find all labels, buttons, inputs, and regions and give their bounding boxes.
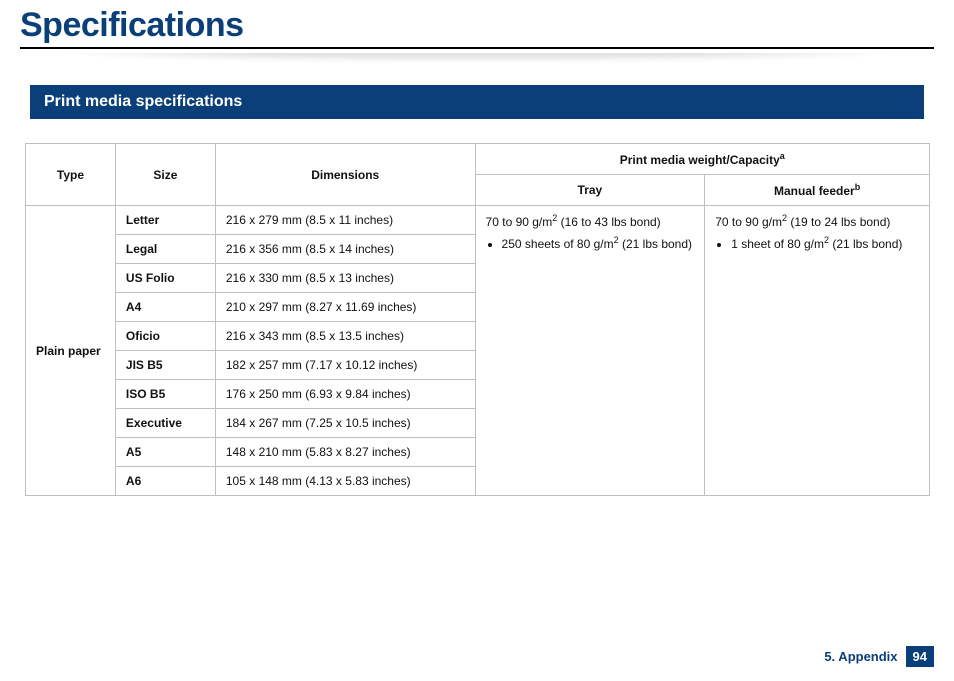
text: (21 lbs bond) <box>619 237 692 251</box>
size-cell: Executive <box>115 409 215 438</box>
table-row: Plain paper Letter 216 x 279 mm (8.5 x 1… <box>26 206 930 235</box>
dim-cell: 216 x 356 mm (8.5 x 14 inches) <box>215 235 475 264</box>
size-cell: JIS B5 <box>115 351 215 380</box>
th-capacity-label: Print media weight/Capacity <box>620 153 780 167</box>
th-dimensions: Dimensions <box>215 144 475 206</box>
page-number: 94 <box>906 646 934 667</box>
th-tray: Tray <box>475 175 705 206</box>
feeder-bullets: 1 sheet of 80 g/m2 (21 lbs bond) <box>715 235 919 251</box>
specs-table: Type Size Dimensions Print media weight/… <box>25 143 930 496</box>
dim-cell: 210 x 297 mm (8.27 x 11.69 inches) <box>215 293 475 322</box>
tray-bullets: 250 sheets of 80 g/m2 (21 lbs bond) <box>486 235 695 251</box>
th-capacity-sup: a <box>780 151 785 161</box>
page-title: Specifications <box>20 6 934 45</box>
feeder-line1: 70 to 90 g/m2 (19 to 24 lbs bond) <box>715 213 919 229</box>
text: 250 sheets of 80 g/m <box>502 237 614 251</box>
tray-cell: 70 to 90 g/m2 (16 to 43 lbs bond) 250 sh… <box>475 206 705 496</box>
dim-cell: 105 x 148 mm (4.13 x 5.83 inches) <box>215 467 475 496</box>
feeder-cell: 70 to 90 g/m2 (19 to 24 lbs bond) 1 shee… <box>705 206 930 496</box>
text: (19 to 24 lbs bond) <box>787 215 890 229</box>
section-heading: Print media specifications <box>30 85 924 119</box>
list-item: 250 sheets of 80 g/m2 (21 lbs bond) <box>502 235 695 251</box>
dim-cell: 148 x 210 mm (5.83 x 8.27 inches) <box>215 438 475 467</box>
page-footer: 5. Appendix 94 <box>824 646 934 667</box>
tray-line1: 70 to 90 g/m2 (16 to 43 lbs bond) <box>486 213 695 229</box>
th-type: Type <box>26 144 116 206</box>
text: 70 to 90 g/m <box>486 215 553 229</box>
th-feeder-sup: b <box>855 182 861 192</box>
size-cell: A6 <box>115 467 215 496</box>
size-cell: Oficio <box>115 322 215 351</box>
text: 70 to 90 g/m <box>715 215 782 229</box>
dim-cell: 216 x 330 mm (8.5 x 13 inches) <box>215 264 475 293</box>
dim-cell: 176 x 250 mm (6.93 x 9.84 inches) <box>215 380 475 409</box>
page-title-wrap: Specifications <box>20 6 934 49</box>
text: (16 to 43 lbs bond) <box>557 215 660 229</box>
size-cell: US Folio <box>115 264 215 293</box>
dim-cell: 216 x 279 mm (8.5 x 11 inches) <box>215 206 475 235</box>
dim-cell: 216 x 343 mm (8.5 x 13.5 inches) <box>215 322 475 351</box>
size-cell: A4 <box>115 293 215 322</box>
th-size: Size <box>115 144 215 206</box>
dim-cell: 182 x 257 mm (7.17 x 10.12 inches) <box>215 351 475 380</box>
chapter-label: 5. Appendix <box>824 649 897 664</box>
size-cell: A5 <box>115 438 215 467</box>
text: 1 sheet of 80 g/m <box>731 237 824 251</box>
dim-cell: 184 x 267 mm (7.25 x 10.5 inches) <box>215 409 475 438</box>
type-cell: Plain paper <box>26 206 116 496</box>
title-shadow <box>20 53 934 67</box>
size-cell: Letter <box>115 206 215 235</box>
text: (21 lbs bond) <box>829 237 902 251</box>
list-item: 1 sheet of 80 g/m2 (21 lbs bond) <box>731 235 919 251</box>
th-manual-feeder: Manual feederb <box>705 175 930 206</box>
size-cell: ISO B5 <box>115 380 215 409</box>
th-capacity-group: Print media weight/Capacitya <box>475 144 929 175</box>
th-feeder-label: Manual feeder <box>774 184 855 198</box>
size-cell: Legal <box>115 235 215 264</box>
